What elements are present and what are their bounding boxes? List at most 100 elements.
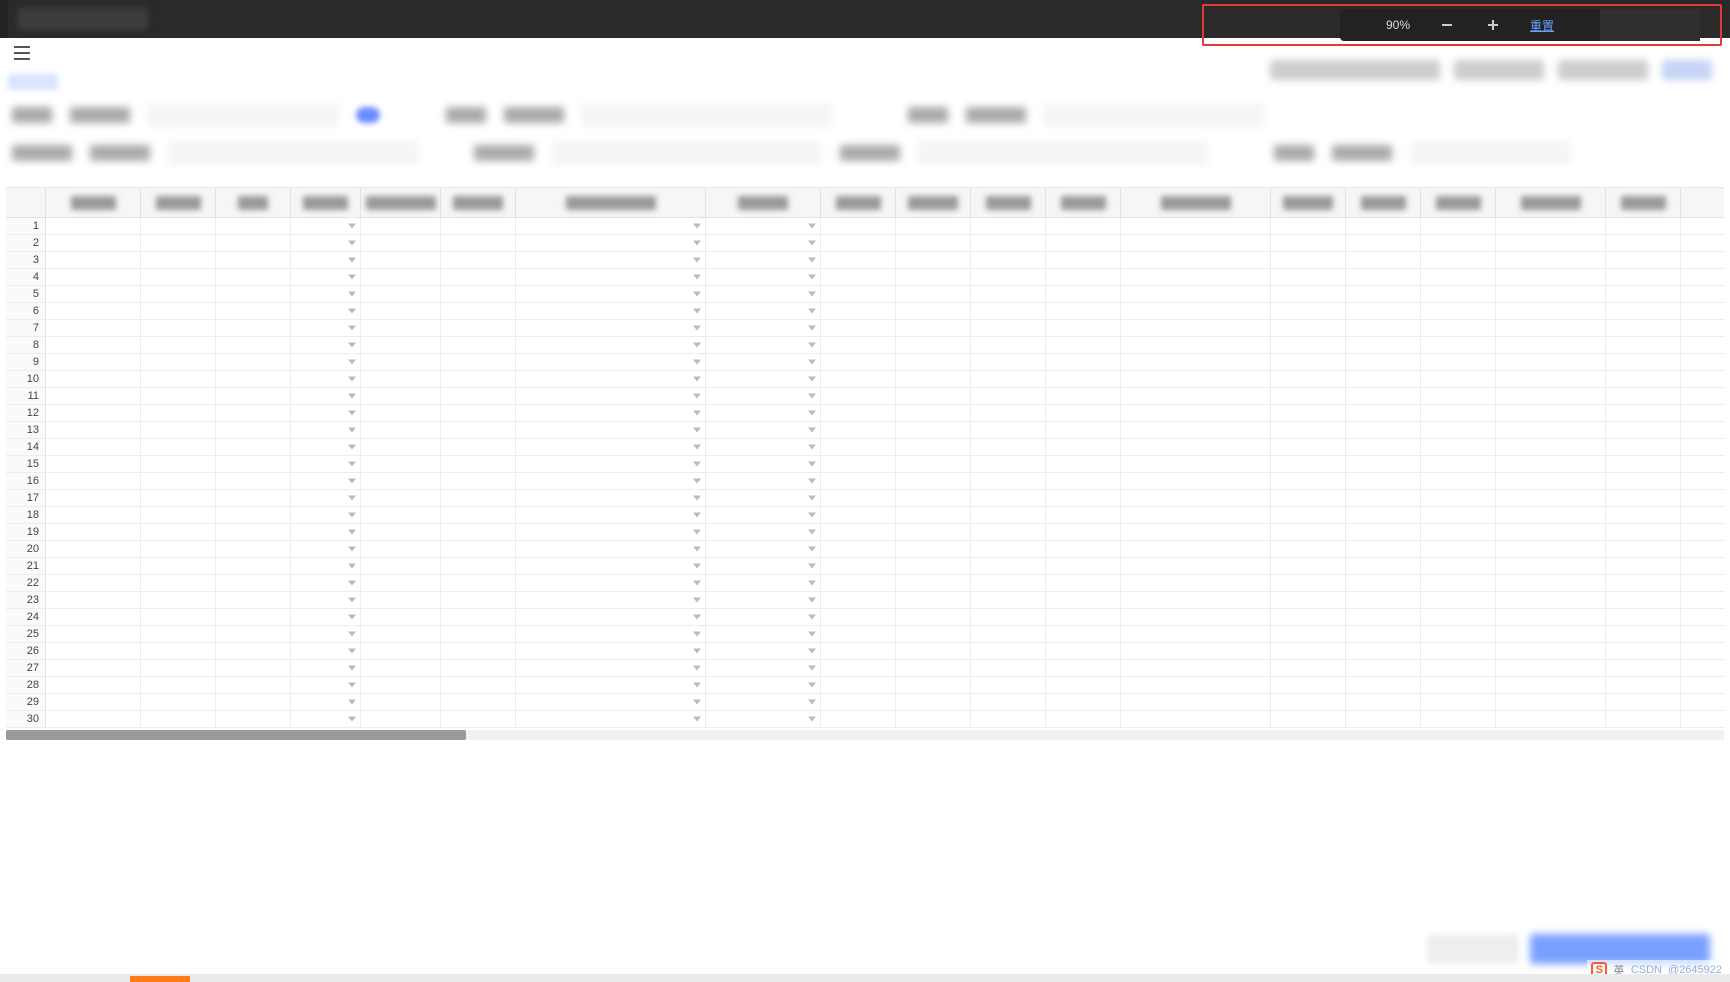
dropdown-caret-icon[interactable] <box>348 309 356 314</box>
grid-cell[interactable] <box>361 541 441 557</box>
grid-cell[interactable] <box>1121 354 1271 370</box>
row-number[interactable]: 4 <box>6 269 46 285</box>
grid-cell[interactable] <box>1046 473 1121 489</box>
grid-cell[interactable] <box>516 286 706 302</box>
grid-cell[interactable] <box>706 541 821 557</box>
scrollbar-thumb[interactable] <box>6 730 466 740</box>
grid-cell[interactable] <box>441 354 516 370</box>
grid-cell[interactable] <box>516 694 706 710</box>
filter-input[interactable] <box>168 141 418 165</box>
dropdown-caret-icon[interactable] <box>693 360 701 365</box>
filter-input[interactable] <box>1044 103 1264 127</box>
dropdown-caret-icon[interactable] <box>808 275 816 280</box>
grid-cell[interactable] <box>1346 507 1421 523</box>
dropdown-caret-icon[interactable] <box>348 292 356 297</box>
grid-cell[interactable] <box>821 286 896 302</box>
grid-cell[interactable] <box>141 677 216 693</box>
row-number[interactable]: 23 <box>6 592 46 608</box>
grid-cell[interactable] <box>971 303 1046 319</box>
grid-cell[interactable] <box>971 320 1046 336</box>
grid-cell[interactable] <box>141 524 216 540</box>
dropdown-caret-icon[interactable] <box>348 462 356 467</box>
grid-cell[interactable] <box>516 337 706 353</box>
row-number[interactable]: 9 <box>6 354 46 370</box>
dropdown-caret-icon[interactable] <box>693 496 701 501</box>
grid-cell[interactable] <box>141 439 216 455</box>
grid-cell[interactable] <box>1121 235 1271 251</box>
grid-cell[interactable] <box>361 677 441 693</box>
grid-cell[interactable] <box>361 660 441 676</box>
grid-cell[interactable] <box>971 337 1046 353</box>
grid-cell[interactable] <box>216 558 291 574</box>
grid-cell[interactable] <box>441 286 516 302</box>
dropdown-caret-icon[interactable] <box>348 275 356 280</box>
grid-cell[interactable] <box>1346 626 1421 642</box>
column-header[interactable] <box>46 188 141 217</box>
grid-cell[interactable] <box>971 541 1046 557</box>
grid-cell[interactable] <box>1421 422 1496 438</box>
grid-cell[interactable] <box>896 711 971 727</box>
grid-cell[interactable] <box>1496 643 1606 659</box>
grid-cell[interactable] <box>1346 422 1421 438</box>
grid-cell[interactable] <box>1421 320 1496 336</box>
grid-cell[interactable] <box>1346 303 1421 319</box>
grid-cell[interactable] <box>1346 269 1421 285</box>
table-row[interactable]: 21 <box>6 558 1724 575</box>
grid-cell[interactable] <box>1046 609 1121 625</box>
grid-cell[interactable] <box>441 439 516 455</box>
grid-cell[interactable] <box>141 711 216 727</box>
horizontal-scrollbar[interactable] <box>6 730 1724 740</box>
grid-cell[interactable] <box>291 218 361 234</box>
grid-cell[interactable] <box>821 320 896 336</box>
grid-cell[interactable] <box>516 558 706 574</box>
grid-cell[interactable] <box>1606 558 1681 574</box>
grid-cell[interactable] <box>821 337 896 353</box>
grid-cell[interactable] <box>896 320 971 336</box>
grid-cell[interactable] <box>706 388 821 404</box>
column-header[interactable] <box>441 188 516 217</box>
grid-cell[interactable] <box>1606 320 1681 336</box>
grid-cell[interactable] <box>1606 592 1681 608</box>
grid-cell[interactable] <box>896 660 971 676</box>
grid-cell[interactable] <box>971 524 1046 540</box>
grid-cell[interactable] <box>1271 592 1346 608</box>
grid-cell[interactable] <box>216 303 291 319</box>
grid-cell[interactable] <box>46 371 141 387</box>
grid-cell[interactable] <box>216 439 291 455</box>
dropdown-caret-icon[interactable] <box>348 683 356 688</box>
dropdown-caret-icon[interactable] <box>693 530 701 535</box>
grid-cell[interactable] <box>516 218 706 234</box>
row-number[interactable]: 22 <box>6 575 46 591</box>
filter-input[interactable] <box>582 103 832 127</box>
grid-cell[interactable] <box>706 320 821 336</box>
grid-cell[interactable] <box>441 252 516 268</box>
dropdown-caret-icon[interactable] <box>808 343 816 348</box>
dropdown-caret-icon[interactable] <box>693 632 701 637</box>
grid-cell[interactable] <box>141 218 216 234</box>
grid-cell[interactable] <box>46 303 141 319</box>
grid-cell[interactable] <box>1121 371 1271 387</box>
grid-cell[interactable] <box>821 252 896 268</box>
grid-cell[interactable] <box>46 320 141 336</box>
grid-cell[interactable] <box>291 643 361 659</box>
grid-cell[interactable] <box>1606 524 1681 540</box>
grid-cell[interactable] <box>1271 660 1346 676</box>
grid-cell[interactable] <box>1046 456 1121 472</box>
row-number[interactable]: 2 <box>6 235 46 251</box>
grid-cell[interactable] <box>291 422 361 438</box>
grid-cell[interactable] <box>1271 439 1346 455</box>
column-header[interactable] <box>291 188 361 217</box>
grid-cell[interactable] <box>1421 218 1496 234</box>
column-header[interactable] <box>1121 188 1271 217</box>
grid-cell[interactable] <box>896 592 971 608</box>
grid-cell[interactable] <box>216 269 291 285</box>
dropdown-caret-icon[interactable] <box>693 275 701 280</box>
dropdown-caret-icon[interactable] <box>348 598 356 603</box>
grid-cell[interactable] <box>291 609 361 625</box>
grid-cell[interactable] <box>1121 405 1271 421</box>
grid-cell[interactable] <box>46 388 141 404</box>
grid-cell[interactable] <box>441 626 516 642</box>
grid-cell[interactable] <box>441 388 516 404</box>
grid-cell[interactable] <box>1271 456 1346 472</box>
grid-cell[interactable] <box>821 490 896 506</box>
